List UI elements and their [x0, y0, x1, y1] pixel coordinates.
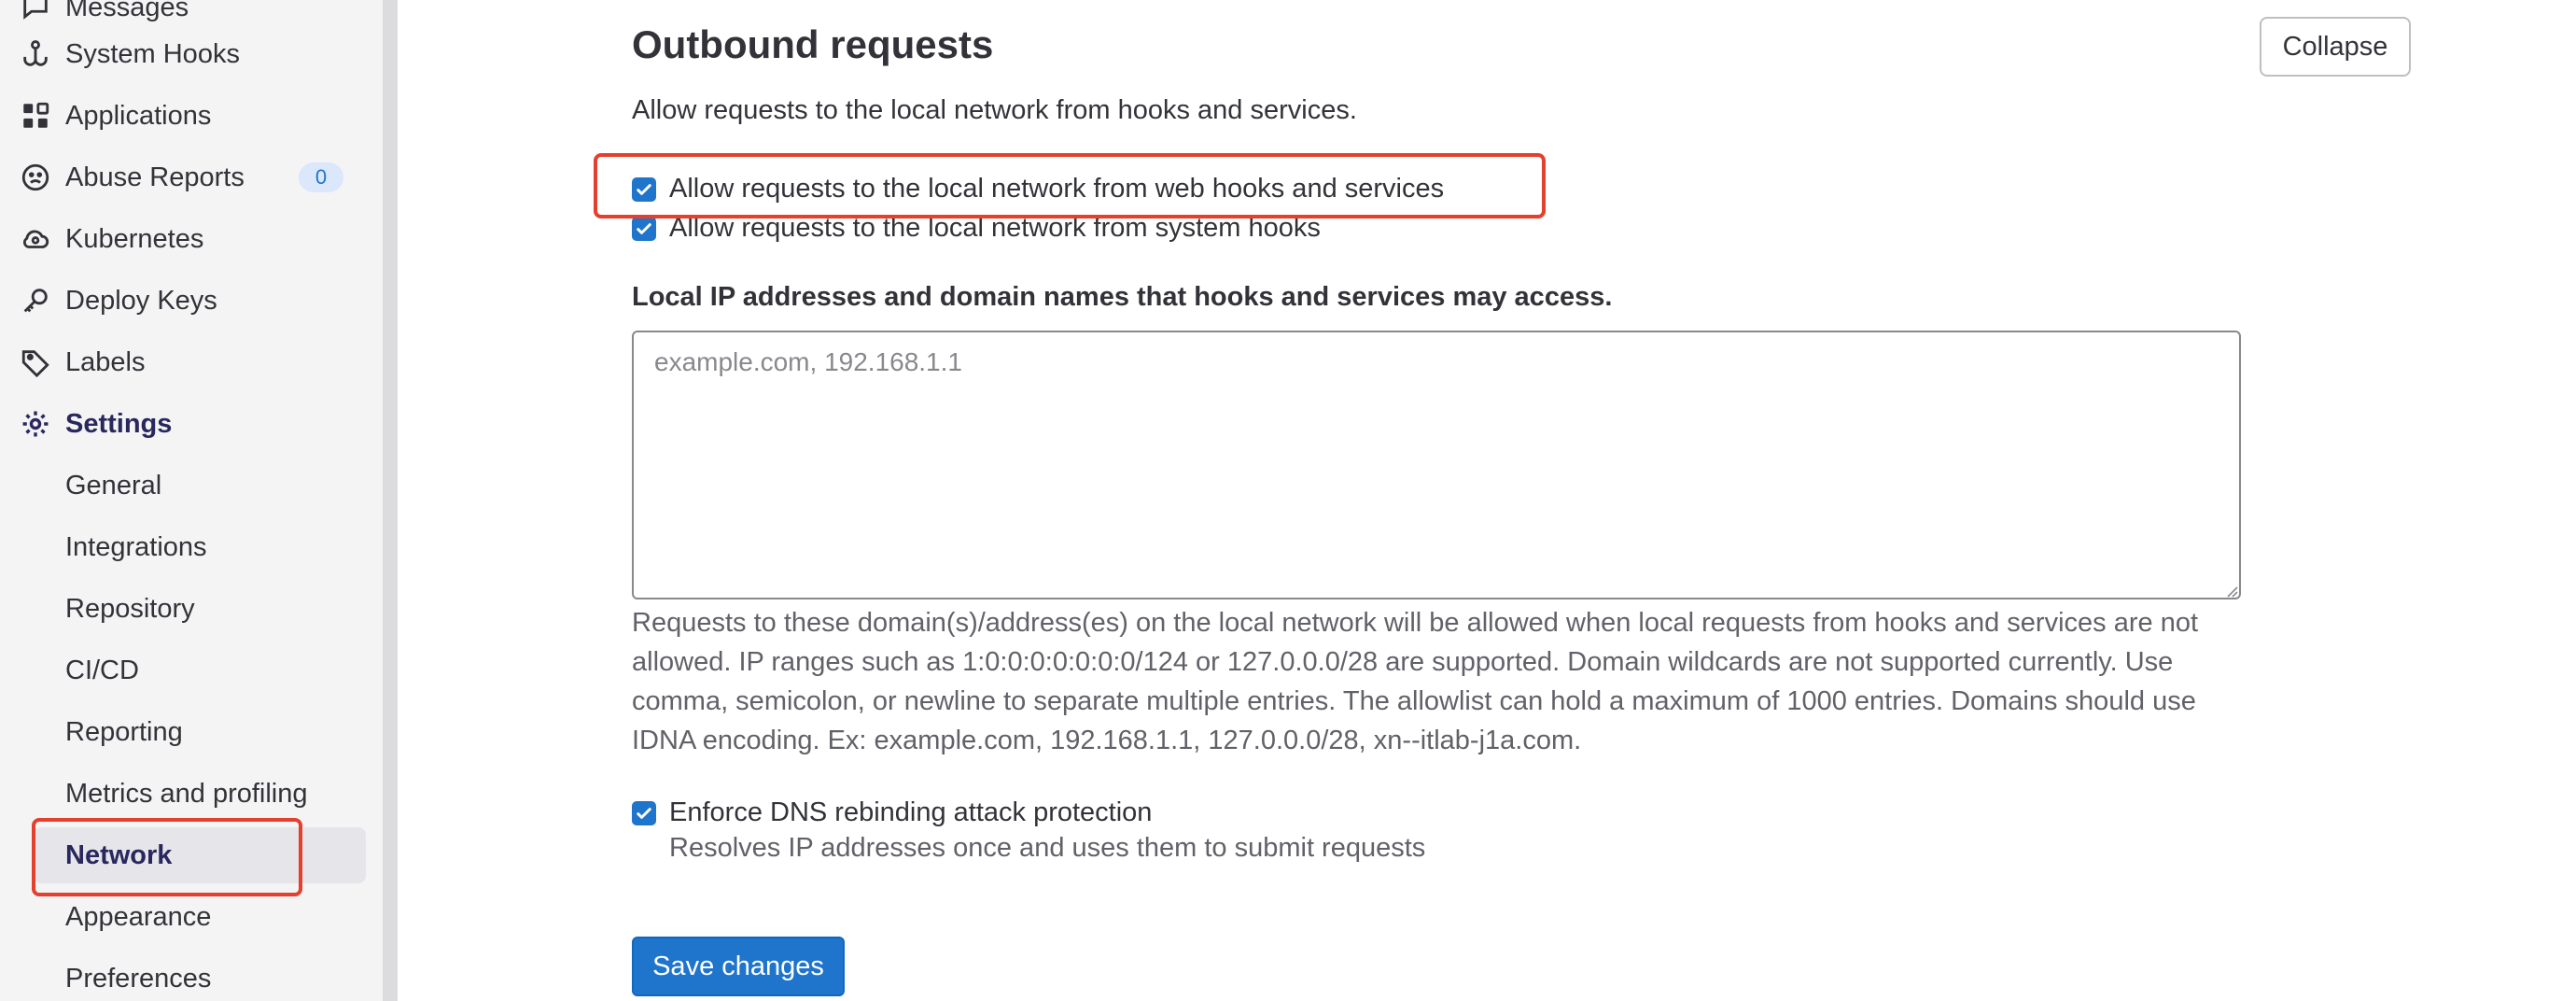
- gear-icon: [19, 407, 52, 441]
- web-hooks-checkbox[interactable]: [632, 176, 656, 202]
- system-hooks-checkbox-label: Allow requests to the local network from…: [669, 213, 1321, 243]
- kubernetes-icon: [19, 222, 52, 256]
- sidebar-item-label: System Hooks: [65, 38, 240, 69]
- allowlist-help-text: Requests to these domain(s)/address(es) …: [632, 608, 2199, 755]
- web-hooks-checkbox-row[interactable]: Allow requests to the local network from…: [632, 174, 1444, 204]
- sidebar-item-deploy-keys[interactable]: Deploy Keys: [0, 273, 366, 329]
- section-description: Allow requests to the local network from…: [632, 95, 1357, 125]
- sidebar-item-label: Deploy Keys: [65, 285, 217, 316]
- dns-rebinding-checkbox[interactable]: [632, 800, 656, 825]
- count-badge: 0: [299, 162, 343, 192]
- sidebar-item-applications[interactable]: Applications: [0, 88, 366, 144]
- sidebar-item-label: Settings: [65, 408, 173, 439]
- sidebar-subitem-network[interactable]: Network: [34, 827, 366, 883]
- sidebar-item-label: Repository: [65, 593, 195, 624]
- section-title: Outbound requests: [632, 22, 994, 66]
- sidebar-item-label: Abuse Reports: [65, 162, 245, 192]
- sidebar-item-label: General: [65, 470, 162, 500]
- sidebar-subitem-repository[interactable]: Repository: [0, 581, 366, 637]
- check-icon: [637, 222, 651, 234]
- sidebar-subitem-general[interactable]: General: [0, 458, 366, 514]
- sidebar-subitem-metrics-and-profiling[interactable]: Metrics and profiling: [0, 766, 366, 822]
- abuse-icon: [19, 161, 52, 194]
- sidebar-item-label: Integrations: [65, 531, 207, 562]
- sidebar-item-abuse-reports[interactable]: Abuse Reports 0: [0, 149, 366, 205]
- save-changes-button[interactable]: Save changes: [632, 937, 845, 996]
- sidebar-item-labels[interactable]: Labels: [0, 334, 366, 390]
- applications-icon: [19, 99, 52, 133]
- system-hooks-checkbox[interactable]: [632, 216, 656, 241]
- resize-grip-icon[interactable]: [2223, 583, 2238, 598]
- sidebar-subitem-integrations[interactable]: Integrations: [0, 519, 366, 575]
- system-hooks-checkbox-row[interactable]: Allow requests to the local network from…: [632, 213, 1321, 244]
- sidebar-item-label: Applications: [65, 100, 212, 131]
- hook-icon: [19, 37, 52, 71]
- sidebar-item-label: Metrics and profiling: [65, 778, 308, 809]
- sidebar-item-label: Kubernetes: [65, 223, 204, 254]
- sidebar-subitem-appearance[interactable]: Appearance: [0, 889, 366, 945]
- allowlist-label: Local IP addresses and domain names that…: [632, 282, 1613, 312]
- dns-rebinding-checkbox-label: Enforce DNS rebinding attack protection: [669, 797, 1153, 827]
- sidebar-item-label: Reporting: [65, 716, 183, 747]
- sidebar-item-label: Labels: [65, 346, 146, 377]
- sidebar-item-label: CI/CD: [65, 655, 139, 685]
- main-content: Outbound requests Collapse Allow request…: [398, 0, 2576, 1001]
- sidebar-item-kubernetes[interactable]: Kubernetes: [0, 211, 366, 267]
- messages-icon: [19, 0, 52, 24]
- web-hooks-checkbox-label: Allow requests to the local network from…: [669, 174, 1445, 204]
- sidebar-scrollbar[interactable]: [383, 0, 398, 1001]
- check-icon: [637, 807, 651, 819]
- check-icon: [637, 183, 651, 195]
- sidebar-subitem-preferences[interactable]: Preferences: [0, 951, 366, 1001]
- sidebar-item-label: Preferences: [65, 963, 212, 994]
- label-icon: [19, 345, 52, 379]
- sidebar-subitem-cicd[interactable]: CI/CD: [0, 642, 366, 698]
- allowlist-textarea[interactable]: [632, 331, 2241, 599]
- dns-checkbox-row[interactable]: Enforce DNS rebinding attack protection: [632, 797, 1152, 828]
- sidebar-subitem-reporting[interactable]: Reporting: [0, 704, 366, 760]
- collapse-button[interactable]: Collapse: [2260, 17, 2411, 77]
- admin-sidebar: Messages System Hooks Applications Abuse…: [0, 0, 383, 1001]
- sidebar-item-label: Messages: [65, 0, 189, 22]
- sidebar-item-label: Network: [65, 839, 173, 870]
- sidebar-item-label: Appearance: [65, 901, 212, 932]
- dns-rebinding-help-text: Resolves IP addresses once and uses them…: [669, 833, 1426, 863]
- sidebar-item-system-hooks[interactable]: System Hooks: [0, 26, 366, 82]
- sidebar-item-settings[interactable]: Settings: [0, 396, 366, 452]
- key-icon: [19, 284, 52, 317]
